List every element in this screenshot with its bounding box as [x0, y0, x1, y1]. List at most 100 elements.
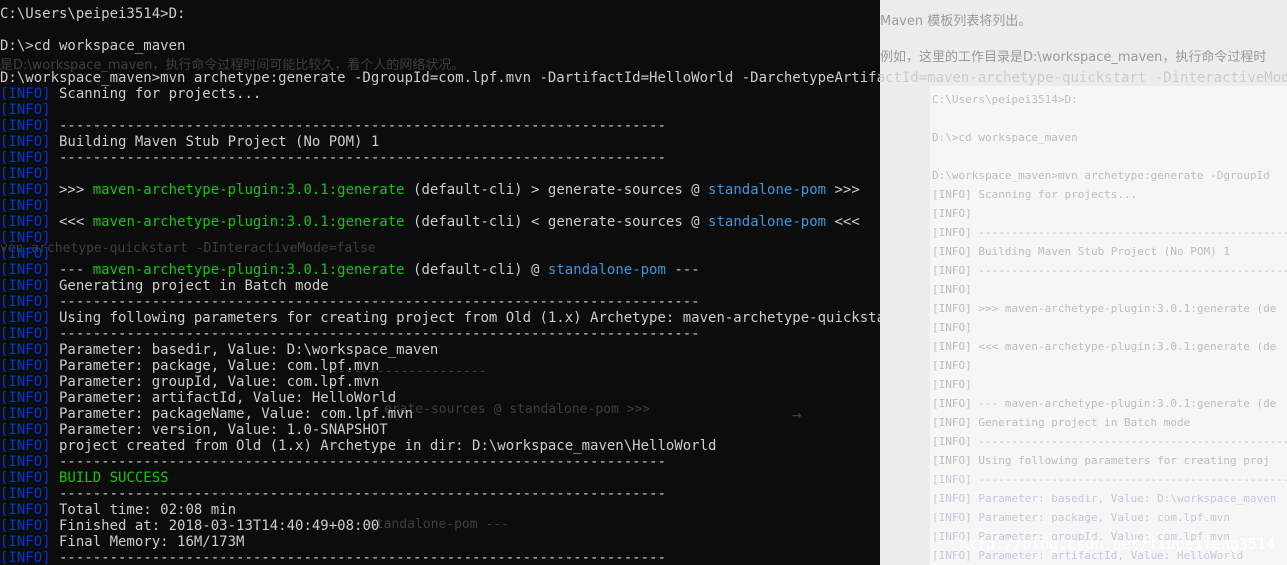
console-text-segment: BUILD SUCCESS [50, 470, 169, 486]
ghost-standalone-pom: standalone-pom --- [368, 517, 509, 532]
ghost-generate-sources: erate-sources @ standalone-pom >>> [384, 402, 651, 417]
blog-code-line: [INFO] Parameter: basedir, Value: D:\wor… [932, 492, 1277, 505]
console-line: [INFO] Parameter: artifactId, Value: Hel… [0, 390, 396, 406]
info-tag: [INFO] [0, 374, 51, 390]
info-tag: [INFO] [0, 358, 51, 374]
console-line: [INFO] [0, 198, 51, 214]
console-text-segment: (default-cli) @ [404, 262, 548, 278]
info-tag: [INFO] [0, 86, 51, 102]
console-line: [INFO] <<< maven-archetype-plugin:3.0.1:… [0, 214, 860, 230]
console-text-segment: Building Maven Stub Project (No POM) 1 [50, 134, 380, 150]
ghost-arrow-icon: → [792, 405, 802, 424]
console-text-segment: <<< [50, 214, 93, 230]
console-line: [INFO] Generating project in Batch mode [0, 278, 329, 294]
info-tag: [INFO] [0, 278, 51, 294]
blog-code-line: D:\workspace_maven>mvn archetype:generat… [932, 169, 1270, 182]
console-text-segment: Using following parameters for creating … [50, 310, 880, 326]
console-text-segment: Parameter: groupId, Value: com.lpf.mvn [50, 374, 380, 390]
info-tag: [INFO] [0, 454, 51, 470]
console-text-segment: Parameter: artifactId, Value: HelloWorld [50, 390, 397, 406]
console-line: [INFO] ---------------------------------… [0, 550, 666, 565]
info-tag: [INFO] [0, 518, 51, 534]
console-line: [INFO] Parameter: package, Value: com.lp… [0, 358, 379, 374]
console-text-segment: Final Memory: 16M/173M [50, 534, 245, 550]
info-tag: [INFO] [0, 198, 51, 214]
console-text-segment: Parameter: basedir, Value: D:\workspace_… [50, 342, 439, 358]
console-text-segment: >>> [826, 182, 860, 198]
console-text-segment: --- [665, 262, 700, 278]
console-text-segment: ----------------------------------------… [50, 454, 666, 470]
console-text-segment: Parameter: packageName, Value: com.lpf.m… [50, 406, 414, 422]
console-text-segment: >>> [50, 182, 93, 198]
console-line: [INFO] [0, 166, 51, 182]
info-tag: [INFO] [0, 118, 51, 134]
console-text-segment: Generating project in Batch mode [50, 278, 329, 294]
console-line: [INFO] [0, 230, 51, 246]
console-text-segment: (default-cli) > generate-sources @ [404, 182, 709, 198]
info-tag: [INFO] [0, 406, 51, 422]
prompt-cd-workspace: D:\>cd workspace_maven [0, 38, 186, 54]
console-text-segment: maven-archetype-plugin:3.0.1:generate [92, 214, 405, 230]
console-text-segment: standalone-pom [708, 182, 827, 198]
blog-code-line: [INFO] Scanning for projects... [932, 188, 1138, 201]
info-tag: [INFO] [0, 246, 51, 262]
console-line: [INFO] Building Maven Stub Project (No P… [0, 134, 379, 150]
console-text-segment: ----------------------------------------… [50, 326, 700, 342]
console-text-segment: ----------------------------------------… [50, 118, 666, 134]
blog-code-line: [INFO] <<< maven-archetype-plugin:3.0.1:… [932, 340, 1277, 353]
info-tag: [INFO] [0, 486, 51, 502]
console-text-segment: --- [50, 262, 93, 278]
info-tag: [INFO] [0, 150, 51, 166]
blog-code-line [930, 109, 1287, 128]
console-line: [INFO] ---------------------------------… [0, 326, 700, 342]
blog-code-line: [INFO] [932, 283, 972, 296]
info-tag: [INFO] [0, 230, 51, 246]
console-text-segment: Parameter: version, Value: 1.0-SNAPSHOT [50, 422, 388, 438]
info-tag: [INFO] [0, 166, 51, 182]
console-text-segment: Scanning for projects... [50, 86, 262, 102]
blog-intro-text: Maven 模板列表将列出。 [880, 14, 1032, 29]
watermark: http://blog.csdn.net/liupeifeng3514 [958, 535, 1275, 553]
console-text-segment: Parameter: package, Value: com.lpf.mvn [50, 358, 380, 374]
console-text-segment: Total time: 02:08 min [50, 502, 237, 518]
blog-code-line: [INFO] ---------------------------------… [932, 435, 1287, 448]
blog-code-line: [INFO] ---------------------------------… [932, 473, 1287, 486]
console-line: [INFO] Parameter: version, Value: 1.0-SN… [0, 422, 388, 438]
console-line: [INFO] >>> maven-archetype-plugin:3.0.1:… [0, 182, 860, 198]
console-text-segment: Finished at: 2018-03-13T14:40:49+08:00 [50, 518, 380, 534]
info-tag: [INFO] [0, 550, 51, 565]
console-line: [INFO] Scanning for projects... [0, 86, 261, 102]
info-tag: [INFO] [0, 390, 51, 406]
console-line: [INFO] --- maven-archetype-plugin:3.0.1:… [0, 262, 700, 278]
blog-code-line: [INFO] Building Maven Stub Project (No P… [932, 245, 1231, 258]
console-line: [INFO] ---------------------------------… [0, 118, 666, 134]
console-text-segment: ----------------------------------------… [50, 486, 666, 502]
info-tag: [INFO] [0, 438, 51, 454]
info-tag: [INFO] [0, 422, 51, 438]
prompt-mvn-command: D:\workspace_maven>mvn archetype:generat… [0, 70, 1287, 86]
console-text-segment: standalone-pom [708, 214, 827, 230]
blog-code-line: [INFO] >>> maven-archetype-plugin:3.0.1:… [932, 302, 1277, 315]
console-line: [INFO] ---------------------------------… [0, 486, 666, 502]
console-text-segment: maven-archetype-plugin:3.0.1:generate [92, 182, 405, 198]
console-text-segment: (default-cli) < generate-sources @ [404, 214, 709, 230]
info-tag: [INFO] [0, 134, 51, 150]
blog-code-line: [INFO] ---------------------------------… [932, 226, 1287, 239]
info-tag: [INFO] [0, 470, 51, 486]
console-line: [INFO] Final Memory: 16M/173M [0, 534, 244, 550]
console-text-segment: standalone-pom [547, 262, 666, 278]
blog-code-line: [INFO] [932, 207, 972, 220]
blog-code-line: D:\>cd workspace_maven [932, 131, 1078, 144]
info-tag: [INFO] [0, 534, 51, 550]
blog-code-line: [INFO] --- maven-archetype-plugin:3.0.1:… [932, 397, 1277, 410]
info-tag: [INFO] [0, 502, 51, 518]
console-text-segment: maven-archetype-plugin:3.0.1:generate [92, 262, 405, 278]
ghost-quickstart-text: ven-archetype-quickstart -DInteractiveMo… [0, 241, 376, 256]
console-text-segment: ----------------------------------------… [50, 294, 700, 310]
info-tag: [INFO] [0, 262, 51, 278]
blog-code-line: [INFO] Parameter: package, Value: com.lp… [932, 511, 1231, 524]
info-tag: [INFO] [0, 326, 51, 342]
console-line: [INFO] Parameter: packageName, Value: co… [0, 406, 413, 422]
console-line: [INFO] Finished at: 2018-03-13T14:40:49+… [0, 518, 379, 534]
info-tag: [INFO] [0, 214, 51, 230]
